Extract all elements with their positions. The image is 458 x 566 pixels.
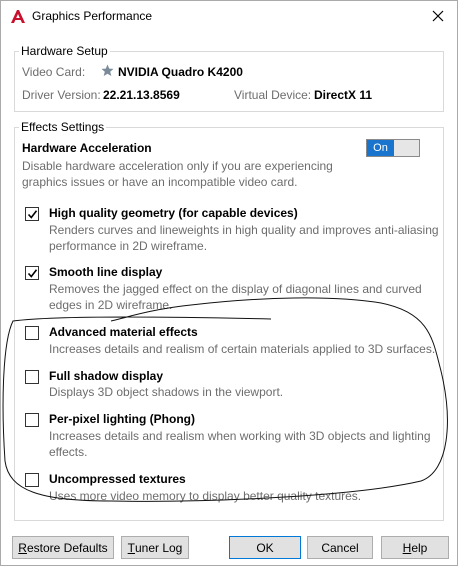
advanced-material-effects-title: Advanced material effects	[49, 325, 198, 339]
virtual-device-value: DirectX 11	[314, 88, 373, 102]
video-card-value: NVIDIA Quadro K4200	[118, 65, 243, 79]
title-bar[interactable]: Graphics Performance	[1, 1, 457, 31]
hardware-acceleration-toggle[interactable]: On	[366, 139, 420, 157]
video-card-label: Video Card:	[22, 65, 86, 79]
advanced-material-effects-desc: Increases details and realism of certain…	[49, 342, 436, 356]
per-pixel-lighting-title: Per-pixel lighting (Phong)	[49, 412, 195, 426]
uncompressed-textures-desc: Uses more video memory to display better…	[49, 489, 362, 503]
advanced-material-effects-checkbox[interactable]	[25, 326, 39, 340]
uncompressed-textures-title: Uncompressed textures	[49, 472, 186, 486]
tuner-log-button[interactable]: Tuner Log	[121, 536, 189, 559]
cancel-button[interactable]: Cancel	[307, 536, 373, 559]
graphics-performance-dialog: Graphics Performance Hardware Setup Vide…	[0, 0, 458, 566]
ok-button[interactable]: OK	[229, 536, 301, 559]
virtual-device-label: Virtual Device:	[234, 88, 312, 102]
smooth-line-display-desc: Removes the jagged effect on the display…	[49, 282, 422, 312]
video-card-star-icon	[101, 64, 114, 80]
checkmark-icon	[27, 210, 38, 219]
effects-settings-legend: Effects Settings	[19, 120, 107, 134]
high-quality-geometry-title: High quality geometry (for capable devic…	[49, 206, 298, 220]
hardware-setup-legend: Hardware Setup	[19, 44, 110, 58]
per-pixel-lighting-checkbox[interactable]	[25, 413, 39, 427]
hardware-acceleration-title: Hardware Acceleration	[22, 141, 152, 155]
toggle-on-label: On	[367, 140, 394, 156]
close-icon	[432, 10, 444, 22]
restore-defaults-mnemonic: R	[18, 540, 27, 555]
hardware-setup-group: Hardware Setup	[14, 44, 444, 112]
checkmark-icon	[27, 269, 38, 278]
smooth-line-display-checkbox[interactable]	[25, 266, 39, 280]
driver-version-value: 22.21.13.8569	[103, 88, 180, 102]
high-quality-geometry-desc: Renders curves and lineweights in high q…	[49, 223, 439, 253]
tuner-log-label: uner Log	[134, 540, 183, 555]
help-mnemonic: H	[402, 540, 412, 555]
hardware-acceleration-desc: Disable hardware acceleration only if yo…	[22, 159, 333, 189]
per-pixel-lighting-desc: Increases details and realism when worki…	[49, 429, 431, 459]
uncompressed-textures-checkbox[interactable]	[25, 473, 39, 487]
window-title: Graphics Performance	[32, 9, 153, 23]
help-button[interactable]: Help	[381, 536, 449, 559]
full-shadow-display-title: Full shadow display	[49, 369, 164, 383]
help-label: elp	[411, 540, 428, 555]
full-shadow-display-desc: Displays 3D object shadows in the viewpo…	[49, 385, 284, 399]
autocad-logo-icon	[10, 9, 26, 24]
smooth-line-display-title: Smooth line display	[49, 265, 163, 279]
restore-defaults-button[interactable]: Restore Defaults	[12, 536, 114, 559]
driver-version-label: Driver Version:	[22, 88, 101, 102]
close-button[interactable]	[425, 5, 451, 27]
high-quality-geometry-checkbox[interactable]	[25, 207, 39, 221]
full-shadow-display-checkbox[interactable]	[25, 370, 39, 384]
tuner-log-mnemonic: T	[127, 540, 135, 555]
restore-defaults-label: estore Defaults	[26, 540, 108, 555]
